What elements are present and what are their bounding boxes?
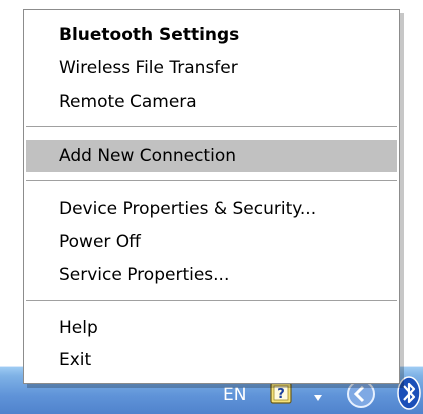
svg-text:?: ? bbox=[277, 387, 285, 402]
menu-item-bluetooth-settings[interactable]: Bluetooth Settings bbox=[26, 19, 397, 51]
menu-item-wireless-file-transfer[interactable]: Wireless File Transfer bbox=[26, 52, 397, 84]
menu-item-service-properties[interactable]: Service Properties... bbox=[26, 259, 397, 291]
menu-item-exit[interactable]: Exit bbox=[26, 344, 397, 376]
help-icon[interactable]: ? bbox=[270, 381, 294, 405]
menu-item-remote-camera[interactable]: Remote Camera bbox=[26, 86, 397, 118]
menu-item-power-off[interactable]: Power Off bbox=[26, 226, 397, 258]
bluetooth-context-menu: Bluetooth Settings Wireless File Transfe… bbox=[23, 9, 400, 384]
menu-item-help[interactable]: Help bbox=[26, 312, 397, 344]
menu-separator bbox=[26, 300, 397, 302]
menu-item-add-new-connection[interactable]: Add New Connection bbox=[26, 140, 397, 172]
menu-separator bbox=[26, 126, 397, 128]
menu-item-device-properties-security[interactable]: Device Properties & Security... bbox=[26, 193, 397, 225]
language-indicator[interactable]: EN bbox=[223, 385, 246, 405]
menu-separator bbox=[26, 180, 397, 182]
down-arrow-icon[interactable] bbox=[311, 391, 325, 405]
